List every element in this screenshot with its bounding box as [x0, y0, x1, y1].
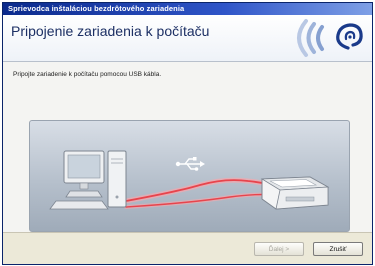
- logo-emblem-icon: [336, 23, 363, 50]
- illustration-panel: [29, 120, 350, 232]
- instruction-text: Pripojte zariadenie k počítaču pomocou U…: [13, 71, 162, 78]
- wizard-window: Sprievodca inštaláciou bezdrôtového zari…: [2, 2, 373, 265]
- computer-icon: [49, 150, 127, 210]
- wizard-footer: Ďalej > Zrušiť: [3, 232, 372, 264]
- wireless-logo: [262, 17, 366, 59]
- window-title: Sprievodca inštaláciou bezdrôtového zari…: [3, 3, 372, 15]
- usb-icon: [175, 157, 205, 171]
- wizard-content: Pripojte zariadenie k počítaču pomocou U…: [3, 62, 372, 234]
- wireless-signal-icon: [297, 19, 363, 57]
- page-title: Pripojenie zariadenia k počítaču: [11, 23, 210, 39]
- next-button[interactable]: Ďalej >: [254, 242, 304, 256]
- printer-icon: [260, 176, 330, 210]
- wizard-header: Pripojenie zariadenia k počítaču: [3, 15, 372, 62]
- cancel-button[interactable]: Zrušiť: [313, 242, 363, 256]
- connection-illustration: [49, 150, 330, 210]
